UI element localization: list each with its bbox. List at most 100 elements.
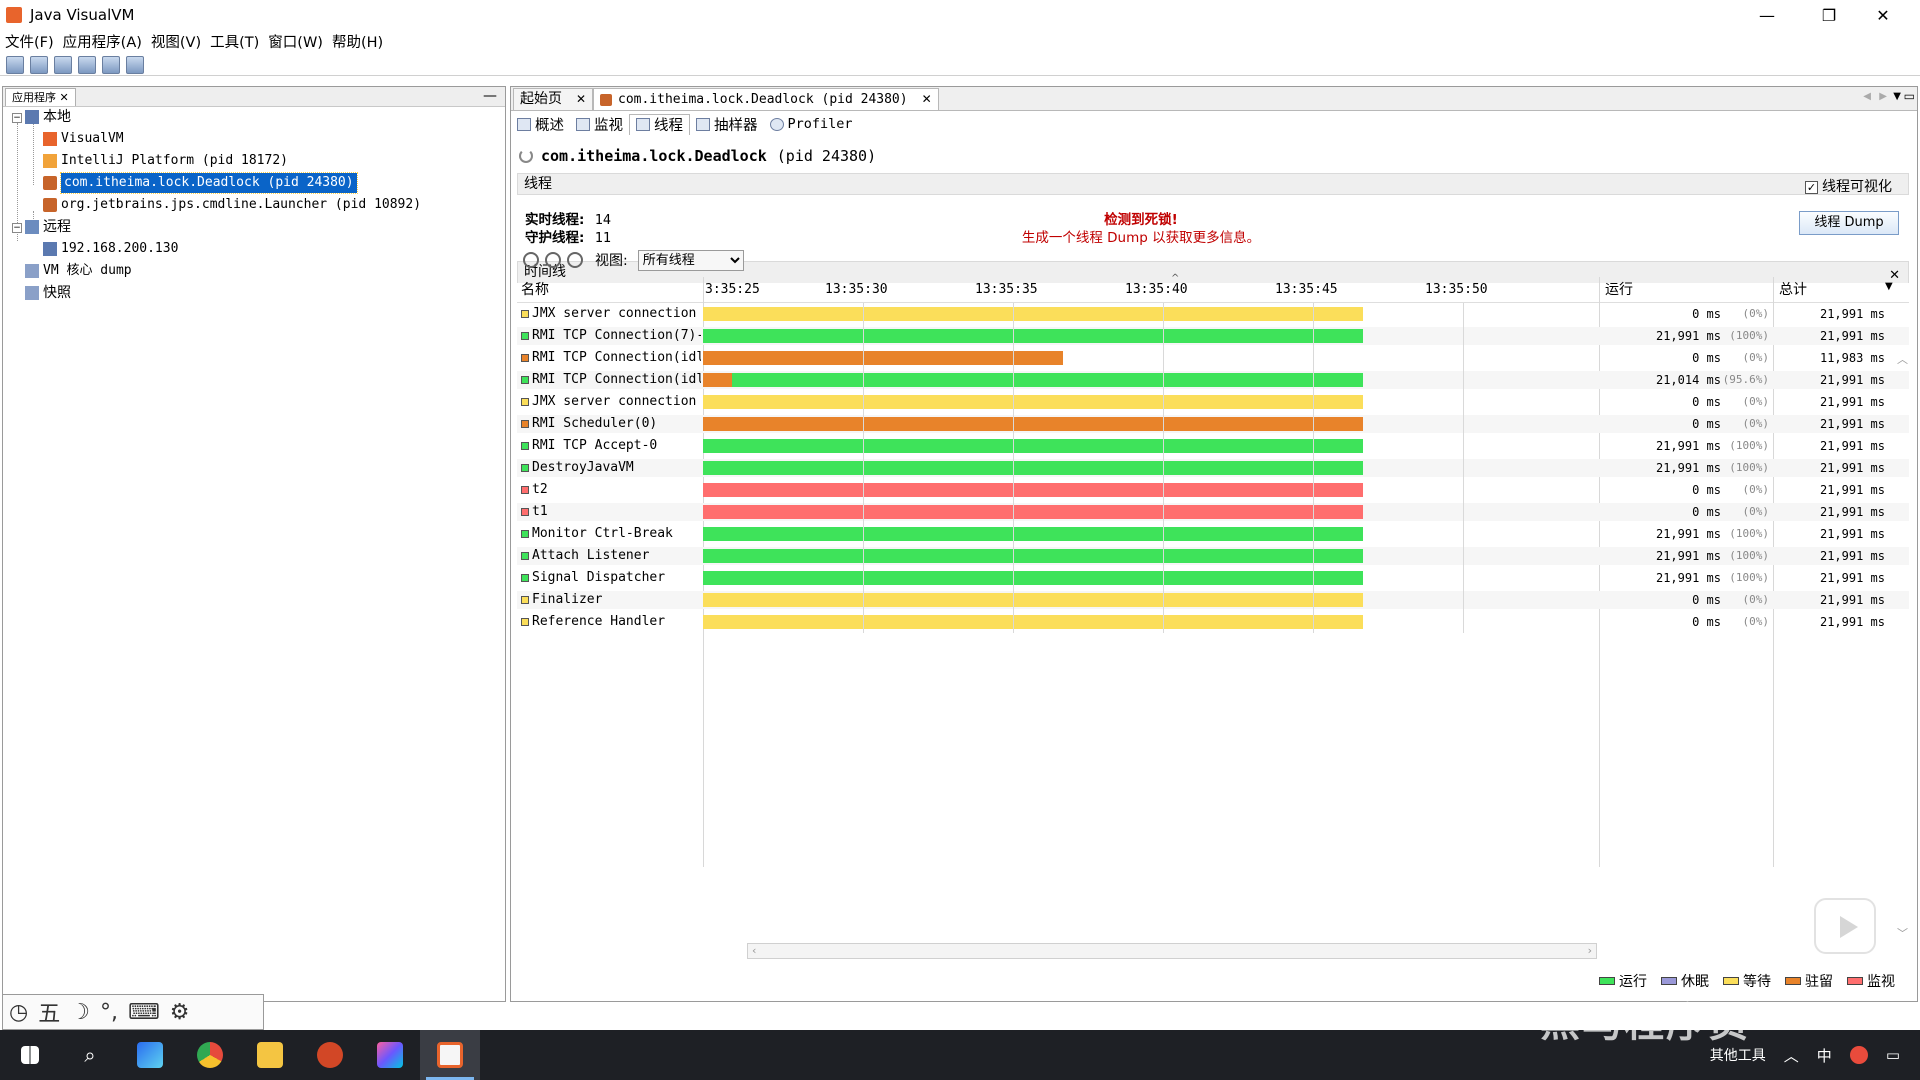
snapshot-icon bbox=[25, 286, 39, 300]
view-tabs: 概述 监视 线程 抽样器 Profiler bbox=[511, 113, 859, 135]
sogou-ime-icon[interactable] bbox=[1849, 1046, 1868, 1064]
add-core-dump-icon[interactable] bbox=[102, 55, 120, 74]
thread-row[interactable]: DestroyJavaVM 21,991 ms (100%) 21,991 ms bbox=[517, 459, 1909, 477]
tab-start-page[interactable]: 起始页 ✕ bbox=[513, 88, 594, 110]
powerpoint-icon[interactable] bbox=[300, 1030, 360, 1080]
minimize-panel-button[interactable]: — bbox=[483, 88, 497, 104]
ime-keyboard-icon[interactable]: ⌨ bbox=[128, 1000, 160, 1025]
tab-deadlock-app[interactable]: com.itheima.lock.Deadlock (pid 24380) ✕ bbox=[593, 88, 939, 110]
add-snapshot-icon[interactable] bbox=[126, 55, 144, 74]
add-remote-host-icon[interactable] bbox=[78, 55, 96, 74]
thread-row[interactable]: JMX server connection timeo 0 ms (0%) 21,99… bbox=[517, 393, 1909, 411]
menu-window[interactable]: 窗口(W) bbox=[268, 31, 323, 52]
tree-node-intellij[interactable]: IntelliJ Platform (pid 18172) bbox=[43, 151, 288, 171]
thread-row[interactable]: RMI TCP Accept-0 21,991 ms (100%) 21,991 ms bbox=[517, 437, 1909, 455]
scroll-right-icon[interactable]: › bbox=[1588, 944, 1592, 957]
save-icon[interactable] bbox=[30, 55, 48, 74]
windows-start-icon[interactable] bbox=[0, 1030, 60, 1080]
ime-logo-icon[interactable]: ◷ bbox=[9, 1000, 28, 1025]
scroll-left-icon[interactable]: ‹ bbox=[752, 944, 756, 957]
tree-line bbox=[33, 121, 34, 185]
menu-help[interactable]: 帮助(H) bbox=[332, 31, 383, 52]
thread-row[interactable]: Attach Listener 21,991 ms (100%) 21,991 ms bbox=[517, 547, 1909, 565]
menu-tools[interactable]: 工具(T) bbox=[210, 31, 259, 52]
visualize-threads-checkbox[interactable]: ✓ 线程可视化 bbox=[1805, 177, 1892, 198]
threads-icon bbox=[636, 118, 650, 131]
ime-wubi-icon[interactable]: 五 bbox=[38, 996, 60, 1028]
thread-row[interactable]: t2 0 ms (0%) 21,991 ms bbox=[517, 481, 1909, 499]
menu-applications[interactable]: 应用程序(A) bbox=[63, 31, 142, 52]
menu-file[interactable]: 文件(F) bbox=[5, 31, 54, 52]
intellij-icon[interactable] bbox=[360, 1030, 420, 1080]
close-tab-icon[interactable]: ✕ bbox=[922, 89, 932, 110]
search-icon[interactable]: ⌕ bbox=[60, 1030, 120, 1080]
tree-node-local[interactable]: 本地 bbox=[25, 107, 71, 127]
tab-monitor[interactable]: 监视 bbox=[570, 114, 629, 135]
app-blue-icon[interactable] bbox=[120, 1030, 180, 1080]
legend-item-wait: 等待 bbox=[1723, 971, 1771, 991]
other-tools-label[interactable]: 其他工具 bbox=[1710, 1045, 1766, 1065]
tree-node-visualvm[interactable]: VisualVM bbox=[43, 129, 124, 149]
visualvm-icon[interactable] bbox=[420, 1030, 480, 1080]
view-filter-select[interactable]: 所有线程 bbox=[637, 249, 744, 271]
thread-row[interactable]: Finalizer 0 ms (0%) 21,991 ms bbox=[517, 591, 1909, 609]
thread-timeline-bar bbox=[703, 417, 1363, 431]
tree-node-snapshots[interactable]: 快照 bbox=[25, 283, 71, 303]
tree-node-deadlock-app[interactable]: com.itheima.lock.Deadlock (pid 24380) bbox=[43, 172, 358, 194]
column-header-running[interactable]: 运行 bbox=[1599, 277, 1773, 303]
notifications-icon[interactable]: ▭ bbox=[1886, 1046, 1900, 1064]
column-header-name[interactable]: 名称 bbox=[517, 277, 703, 303]
file-explorer-icon[interactable] bbox=[240, 1030, 300, 1080]
column-chooser-icon[interactable]: ▼ bbox=[1885, 281, 1893, 292]
close-button[interactable]: ✕ bbox=[1854, 0, 1912, 30]
tab-overview[interactable]: 概述 bbox=[511, 114, 570, 135]
thread-running-percent: (95.6%) bbox=[1722, 373, 1769, 386]
ime-punctuation-icon[interactable]: °, bbox=[100, 1000, 118, 1025]
zoom-out-icon[interactable] bbox=[545, 252, 561, 268]
ime-mode-indicator[interactable]: 中 bbox=[1817, 1045, 1832, 1066]
tab-profiler[interactable]: Profiler bbox=[764, 114, 859, 135]
horizontal-scrollbar[interactable]: ‹ › bbox=[747, 943, 1597, 959]
vertical-scrollbar[interactable]: ︿ ﹀ bbox=[1897, 351, 1911, 941]
minimize-button[interactable]: — bbox=[1738, 0, 1796, 30]
tree-node-remote-host[interactable]: 192.168.200.130 bbox=[43, 239, 178, 259]
tree-node-label: org.jetbrains.jps.cmdline.Launcher (pid … bbox=[61, 197, 422, 212]
collapse-local-toggle[interactable]: − bbox=[12, 113, 22, 123]
thread-row[interactable]: RMI TCP Connection(idle) 21,014 ms(95.6%)… bbox=[517, 371, 1909, 389]
ime-settings-icon[interactable]: ⚙ bbox=[170, 1000, 190, 1025]
menu-view[interactable]: 视图(V) bbox=[151, 31, 201, 52]
zoom-in-icon[interactable] bbox=[523, 252, 539, 268]
thread-state-swatch bbox=[521, 574, 529, 582]
play-overlay-icon[interactable] bbox=[1814, 898, 1876, 954]
collapse-remote-toggle[interactable]: − bbox=[12, 223, 22, 233]
scroll-up-icon[interactable]: ︿ bbox=[1897, 351, 1908, 367]
ime-moon-icon[interactable]: ☽ bbox=[70, 1000, 90, 1025]
scroll-down-icon[interactable]: ﹀ bbox=[1897, 925, 1908, 941]
thread-row[interactable]: Monitor Ctrl-Break 21,991 ms (100%) 21,991 … bbox=[517, 525, 1909, 543]
thread-row[interactable]: RMI Scheduler(0) 0 ms (0%) 21,991 ms bbox=[517, 415, 1909, 433]
tab-list-dropdown-icon[interactable]: ▼ bbox=[1893, 91, 1901, 102]
close-tab-icon[interactable]: ✕ bbox=[576, 89, 586, 110]
thread-row[interactable]: JMX server connection timeo 0 ms (0%) 21,99… bbox=[517, 305, 1909, 323]
tab-applications[interactable]: 应用程序 ✕ bbox=[5, 88, 76, 106]
tree-node-core-dump[interactable]: VM 核心 dump bbox=[25, 261, 132, 281]
thread-dump-button[interactable]: 线程 Dump bbox=[1799, 211, 1899, 235]
tree-node-remote[interactable]: 远程 bbox=[25, 217, 71, 237]
thread-row[interactable]: Reference Handler 0 ms (0%) 21,991 ms bbox=[517, 613, 1909, 631]
thread-row[interactable]: t1 0 ms (0%) 21,991 ms bbox=[517, 503, 1909, 521]
tab-sampler[interactable]: 抽样器 bbox=[690, 114, 764, 135]
thread-row[interactable]: RMI TCP Connection(idle) 0 ms (0%) 11,983 m… bbox=[517, 349, 1909, 367]
tab-threads[interactable]: 线程 bbox=[629, 113, 690, 135]
thread-row[interactable]: Signal Dispatcher 21,991 ms (100%) 21,991 m… bbox=[517, 569, 1909, 587]
tree-node-jps-launcher[interactable]: org.jetbrains.jps.cmdline.Launcher (pid … bbox=[43, 195, 421, 215]
tray-overflow-icon[interactable]: ︿ bbox=[1784, 1045, 1799, 1066]
open-file-icon[interactable] bbox=[6, 55, 24, 74]
zoom-fit-icon[interactable] bbox=[567, 252, 583, 268]
restore-button[interactable]: ❐ bbox=[1800, 0, 1858, 30]
chrome-icon[interactable] bbox=[180, 1030, 240, 1080]
scroll-tabs-left-icon[interactable]: ◀ bbox=[1863, 91, 1871, 102]
add-jmx-connection-icon[interactable] bbox=[54, 55, 72, 74]
thread-row[interactable]: RMI TCP Connection(7)-172.1 21,991 ms (100… bbox=[517, 327, 1909, 345]
maximize-window-icon[interactable]: ▭ bbox=[1904, 89, 1915, 103]
scroll-tabs-right-icon[interactable]: ▶ bbox=[1879, 91, 1887, 102]
